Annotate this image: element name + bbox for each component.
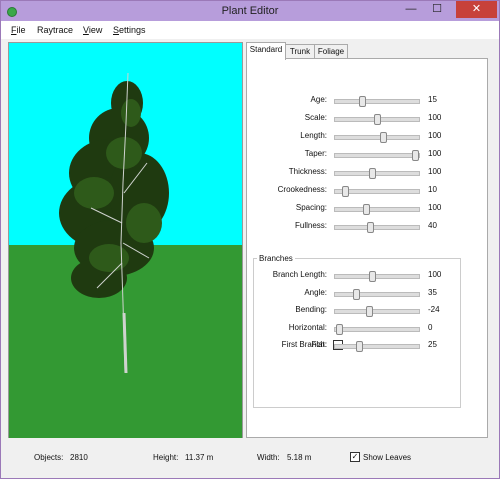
taper-value: 100 — [428, 149, 442, 158]
first-branch-slider-thumb[interactable] — [356, 341, 363, 352]
fullness-slider[interactable] — [334, 225, 420, 230]
spacing-label: Spacing: — [295, 203, 327, 212]
menu-view[interactable]: View — [83, 25, 102, 35]
branches-group-title: Branches — [257, 254, 295, 263]
minimize-button[interactable]: — — [398, 1, 424, 18]
fullness-value: 40 — [428, 221, 437, 230]
bending-slider[interactable] — [334, 309, 420, 314]
branch-length-slider-thumb[interactable] — [369, 271, 376, 282]
menu-bar: File Raytrace View Settings — [1, 21, 499, 39]
tree-render — [59, 72, 169, 374]
thickness-value: 100 — [428, 167, 442, 176]
crookedness-slider-thumb[interactable] — [342, 186, 349, 197]
standard-tab-page: Branches Flat: Age: 15 Scale: 100 Length: 100… — [246, 58, 488, 438]
age-slider[interactable] — [334, 99, 420, 104]
menu-settings[interactable]: Settings — [113, 25, 146, 35]
horizontal-slider[interactable] — [334, 326, 420, 332]
plant-editor-window: Plant Editor — ☐ ✕ File Raytrace View Se… — [0, 0, 500, 479]
close-button[interactable]: ✕ — [456, 1, 497, 18]
menu-raytrace[interactable]: Raytrace — [37, 25, 73, 35]
first-branch-label: First Branch: — [281, 340, 327, 349]
title-bar[interactable]: Plant Editor — ☐ ✕ — [1, 1, 499, 21]
length-label: Length: — [300, 131, 327, 140]
branch-length-value: 100 — [428, 270, 442, 279]
length-value: 100 — [428, 131, 442, 140]
horizontal-value: 0 — [428, 322, 433, 332]
height-label: Height: — [153, 453, 179, 462]
thickness-slider-thumb[interactable] — [369, 168, 376, 179]
fullness-slider-thumb[interactable] — [367, 222, 374, 233]
horizontal-label: Horizontal: — [288, 322, 327, 332]
angle-value: 35 — [428, 287, 437, 297]
objects-value: 2810 — [70, 453, 88, 462]
crookedness-value: 10 — [428, 185, 437, 194]
menu-file[interactable]: File — [11, 25, 26, 35]
width-value: 5.18 m — [287, 453, 312, 462]
branch-length-slider[interactable] — [334, 274, 420, 279]
show-leaves-checkbox[interactable]: ✓ — [350, 452, 360, 462]
spacing-slider-thumb[interactable] — [363, 204, 370, 215]
scale-label: Scale: — [304, 113, 327, 122]
scale-value: 100 — [428, 113, 442, 122]
age-slider-thumb[interactable] — [359, 96, 366, 107]
height-value: 11.37 m — [185, 453, 214, 462]
age-value: 15 — [428, 95, 437, 104]
spacing-value: 100 — [428, 203, 442, 212]
show-leaves-label[interactable]: Show Leaves — [363, 453, 411, 462]
bending-value: -24 — [428, 305, 440, 314]
age-label: Age: — [310, 95, 327, 104]
status-bar: Objects: 2810 Height: 11.37 m Width: 5.1… — [1, 438, 499, 478]
taper-slider[interactable] — [334, 153, 420, 158]
horizontal-slider-thumb[interactable] — [336, 323, 343, 335]
branches-groupbox — [253, 258, 461, 408]
tree-preview-viewport[interactable] — [8, 42, 243, 439]
spacing-slider[interactable] — [334, 207, 420, 212]
angle-slider[interactable] — [334, 291, 420, 297]
bending-label: Bending: — [295, 305, 327, 314]
first-branch-slider[interactable] — [334, 344, 420, 349]
thickness-slider[interactable] — [334, 171, 420, 176]
parameters-panel: Standard Trunk Foliage Branches Flat: Ag… — [246, 42, 488, 438]
length-slider[interactable] — [334, 135, 420, 140]
length-slider-thumb[interactable] — [380, 132, 387, 143]
branch-length-label: Branch Length: — [272, 270, 327, 279]
tab-standard[interactable]: Standard — [246, 42, 286, 60]
maximize-button[interactable]: ☐ — [424, 1, 450, 18]
first-branch-value: 25 — [428, 340, 437, 349]
bending-slider-thumb[interactable] — [366, 306, 373, 317]
taper-label: Taper: — [304, 149, 327, 158]
thickness-label: Thickness: — [288, 167, 327, 176]
angle-label: Angle: — [304, 287, 327, 297]
scale-slider-thumb[interactable] — [374, 114, 381, 125]
crookedness-label: Crookedness: — [277, 185, 327, 194]
angle-slider-thumb[interactable] — [353, 288, 360, 300]
fullness-label: Fullness: — [294, 221, 327, 230]
width-label: Width: — [257, 453, 280, 462]
objects-label: Objects: — [34, 453, 64, 462]
taper-slider-thumb[interactable] — [412, 150, 419, 161]
